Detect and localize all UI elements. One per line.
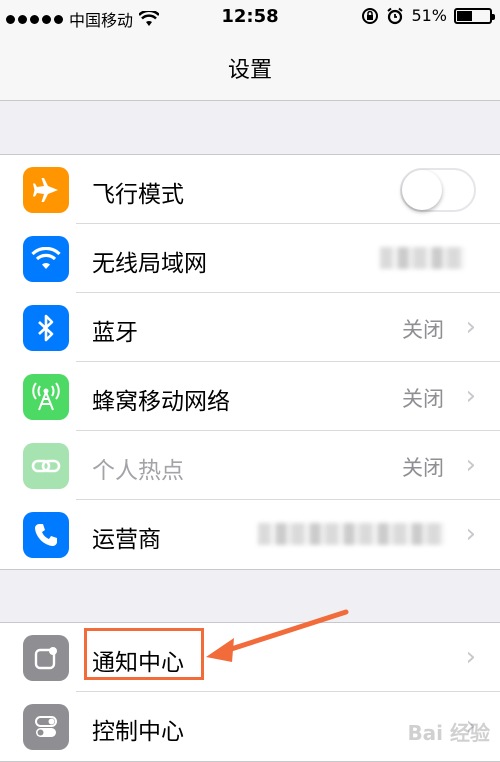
settings-row-wifi[interactable]: 无线局域网: [0, 224, 500, 293]
setting-label: 蜂窝移动网络: [92, 389, 230, 415]
airplane-mode-toggle[interactable]: [400, 168, 476, 212]
redacted-wifi-name: [380, 247, 464, 269]
setting-value: 关闭: [402, 456, 444, 480]
control-center-icon: [23, 704, 69, 750]
setting-value: 关闭: [402, 387, 444, 411]
settings-row-notification-center[interactable]: 通知中心: [0, 623, 500, 692]
redacted-carrier-name: [258, 523, 444, 545]
chevron-right-icon: [466, 314, 476, 340]
battery-icon: [454, 7, 495, 24]
settings-row-bluetooth[interactable]: 蓝牙 关闭: [0, 293, 500, 362]
toggle-knob: [402, 170, 442, 210]
battery-percent: 51%: [411, 6, 447, 25]
watermark-logo: Bai 经验: [407, 721, 490, 745]
alarm-icon: [387, 7, 404, 24]
rotation-lock-icon: [362, 7, 379, 24]
settings-row-airplane-mode: 飞行模式: [0, 155, 500, 224]
settings-row-cellular[interactable]: 蜂窝移动网络 关闭: [0, 362, 500, 431]
navigation-bar: 设置: [0, 34, 500, 101]
setting-label: 控制中心: [92, 719, 184, 745]
chevron-right-icon: [466, 383, 476, 409]
setting-label: 运营商: [92, 527, 161, 553]
chevron-right-icon: [466, 452, 476, 478]
airplane-icon: [23, 167, 69, 213]
settings-row-personal-hotspot[interactable]: 个人热点 关闭: [0, 431, 500, 500]
notification-center-icon: [23, 635, 69, 681]
status-bar: 中国移动 12:58 51%: [0, 0, 500, 34]
phone-icon: [23, 512, 69, 558]
settings-row-carrier[interactable]: 运营商: [0, 500, 500, 569]
settings-group-connectivity: 飞行模式 无线局域网 蓝牙 关闭 › 蜂窝移动网络 关闭 › 个人热点 关闭 ›…: [0, 154, 500, 570]
setting-value: 关闭: [402, 318, 444, 342]
setting-label: 个人热点: [92, 458, 184, 484]
page-title: 设置: [227, 58, 272, 83]
hotspot-link-icon: [23, 443, 69, 489]
antenna-icon: [23, 374, 69, 420]
annotation-highlight-box: [84, 628, 204, 680]
chevron-right-icon: [466, 644, 476, 670]
wifi-icon: [23, 236, 69, 282]
battery-fill: [457, 10, 473, 21]
chevron-right-icon: [466, 521, 476, 547]
bluetooth-icon: [23, 305, 69, 351]
setting-label: 飞行模式: [92, 182, 184, 208]
setting-label: 蓝牙: [92, 320, 138, 346]
setting-label: 无线局域网: [92, 251, 207, 277]
